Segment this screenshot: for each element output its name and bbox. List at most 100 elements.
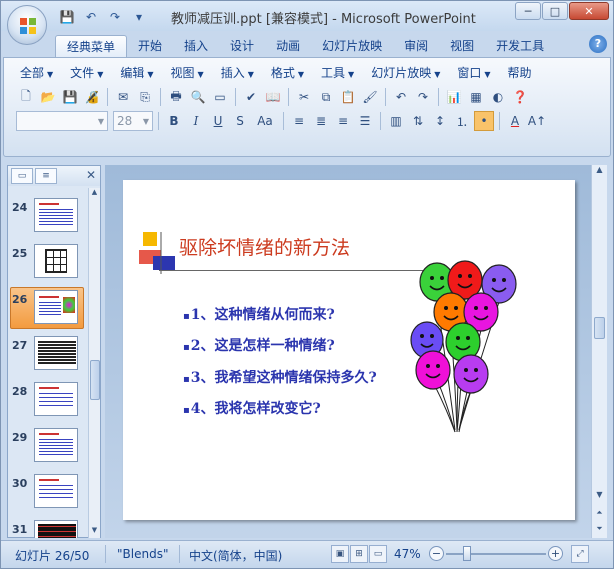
menu-help[interactable]: 帮助 (500, 64, 541, 82)
slide-thumbnail-row[interactable]: 24 (8, 198, 88, 242)
slide-sorter-icon[interactable]: ⊞ (350, 545, 368, 563)
redo-icon[interactable]: ↷ (105, 8, 125, 26)
line-spacing-icon[interactable]: ↕ (430, 111, 450, 131)
slide-thumbnail-row[interactable]: 26 (8, 287, 88, 334)
help-icon[interactable]: ? (589, 35, 607, 53)
bullet-item[interactable]: ▪2、这是怎样一种情绪? (183, 335, 335, 355)
slide-view-icon[interactable]: ▭ (210, 87, 230, 107)
zoom-slider-track[interactable] (446, 553, 546, 555)
scroll-thumb[interactable] (594, 317, 605, 339)
slide-thumbnail[interactable] (34, 290, 78, 324)
font-name-combo[interactable]: ▼ (16, 111, 108, 131)
menu-file[interactable]: 文件 ▼ (62, 64, 112, 82)
scroll-thumb[interactable] (90, 360, 100, 400)
tab-developer[interactable]: 开发工具 (485, 35, 555, 57)
redo-icon[interactable]: ↷ (413, 87, 433, 107)
menu-insert[interactable]: 插入 ▼ (213, 64, 263, 82)
outline-tab-icon[interactable]: ≡ (35, 168, 57, 184)
tab-classic-menu[interactable]: 经典菜单 (55, 35, 128, 57)
tab-view[interactable]: 视图 (439, 35, 485, 57)
slide-scrollbar[interactable]: ▲ ▼ ⏶ ⏷ (591, 165, 607, 538)
slide-thumbnail-row[interactable]: 28 (8, 382, 88, 426)
bullets-icon[interactable]: • (474, 111, 494, 131)
align-left-icon[interactable]: ≡ (289, 111, 309, 131)
smiley-balloons-image[interactable] (407, 260, 527, 436)
slide-thumbnail[interactable] (34, 336, 78, 370)
change-case-button[interactable]: Aa (252, 111, 278, 131)
tab-animations[interactable]: 动画 (265, 35, 311, 57)
previous-slide-icon[interactable]: ⏶ (593, 508, 606, 520)
maximize-button[interactable]: □ (542, 2, 568, 20)
slides-tab-icon[interactable]: ▭ (11, 168, 33, 184)
tab-slide-show[interactable]: 幻灯片放映 (311, 35, 393, 57)
new-file-icon[interactable]: 🗋 (16, 87, 36, 107)
bold-button[interactable]: B (164, 111, 184, 131)
align-center-icon[interactable]: ≣ (311, 111, 331, 131)
underline-button[interactable]: U (208, 111, 228, 131)
text-direction-icon[interactable]: ⇅ (408, 111, 428, 131)
zoom-slider-thumb[interactable] (463, 546, 471, 561)
copy-icon[interactable]: ⧉ (316, 87, 336, 107)
tab-design[interactable]: 设计 (219, 35, 265, 57)
bullet-item[interactable]: ▪1、这种情绪从何而来? (183, 304, 335, 324)
undo-icon[interactable]: ↶ (81, 8, 101, 26)
paste-icon[interactable]: 📋 (338, 87, 358, 107)
office-button[interactable] (7, 5, 47, 45)
font-color-icon[interactable]: A (505, 111, 525, 131)
slide-thumbnail-row[interactable]: 27 (8, 336, 88, 380)
table-icon[interactable]: ▦ (466, 87, 486, 107)
menu-format[interactable]: 格式 ▼ (263, 64, 313, 82)
scroll-down-icon[interactable]: ▼ (593, 490, 606, 502)
customize-qat-icon[interactable]: ▾ (129, 8, 149, 26)
slide-thumbnail-row[interactable]: 29 (8, 428, 88, 472)
help-toolbar-icon[interactable]: ❓ (510, 87, 530, 107)
panel-scrollbar[interactable]: ▲ ▼ (88, 188, 100, 538)
close-icon[interactable]: ✕ (86, 168, 96, 182)
print-icon[interactable]: 🖶 (166, 87, 186, 107)
slide-thumbnail[interactable] (34, 474, 78, 508)
close-button[interactable]: ✕ (569, 2, 609, 20)
zoom-out-button[interactable]: − (429, 546, 444, 561)
email-icon[interactable]: ✉ (113, 87, 133, 107)
menu-edit[interactable]: 编辑 ▼ (112, 64, 162, 82)
menu-window[interactable]: 窗口 ▼ (449, 64, 499, 82)
save-icon[interactable]: 💾 (60, 87, 80, 107)
menu-slide-show[interactable]: 幻灯片放映 ▼ (363, 64, 449, 82)
slide-thumbnail[interactable] (34, 244, 78, 278)
bullet-item[interactable]: ▪4、我将怎样改变它? (183, 398, 321, 418)
shadow-button[interactable]: S (230, 111, 250, 131)
undo-icon[interactable]: ↶ (391, 87, 411, 107)
slide-title[interactable]: 驱除坏情绪的新方法 (179, 233, 350, 260)
slide-thumbnail[interactable] (34, 428, 78, 462)
tab-home[interactable]: 开始 (127, 35, 173, 57)
bullet-item[interactable]: ▪3、我希望这种情绪保持多久? (183, 367, 377, 387)
open-folder-icon[interactable]: 📂 (38, 87, 58, 107)
slide-thumbnail-row[interactable]: 25 (8, 244, 88, 288)
permission-icon[interactable]: 🔏 (82, 87, 102, 107)
next-slide-icon[interactable]: ⏷ (593, 524, 606, 536)
font-size-combo[interactable]: 28 ▼ (113, 111, 153, 131)
research-icon[interactable]: 📖 (263, 87, 283, 107)
slide-thumbnail-row[interactable]: 31 (8, 520, 88, 538)
menu-view[interactable]: 视图 ▼ (163, 64, 213, 82)
tab-insert[interactable]: 插入 (173, 35, 219, 57)
current-slide[interactable]: 驱除坏情绪的新方法 ▪1、这种情绪从何而来? ▪2、这是怎样一种情绪? ▪3、我… (123, 180, 575, 520)
slide-show-icon[interactable]: ▭ (369, 545, 387, 563)
slide-thumbnail[interactable] (34, 198, 78, 232)
menu-all[interactable]: 全部 ▼ (12, 64, 62, 82)
publish-icon[interactable]: ⎘ (135, 87, 155, 107)
justify-icon[interactable]: ☰ (355, 111, 375, 131)
scroll-down-icon[interactable]: ▼ (89, 526, 100, 538)
cut-icon[interactable]: ✂ (294, 87, 314, 107)
scroll-up-icon[interactable]: ▲ (89, 188, 100, 200)
language-indicator[interactable]: 中文(简体，中国) (189, 547, 282, 564)
slide-thumbnail[interactable] (34, 382, 78, 416)
italic-button[interactable]: I (186, 111, 206, 131)
format-painter-icon[interactable]: 🖌 (360, 87, 380, 107)
zoom-in-button[interactable]: + (548, 546, 563, 561)
color-grayscale-icon[interactable]: ◐ (488, 87, 508, 107)
columns-icon[interactable]: ▥ (386, 111, 406, 131)
normal-view-icon[interactable]: ▣ (331, 545, 349, 563)
align-right-icon[interactable]: ≡ (333, 111, 353, 131)
slide-thumbnail-row[interactable]: 30 (8, 474, 88, 518)
